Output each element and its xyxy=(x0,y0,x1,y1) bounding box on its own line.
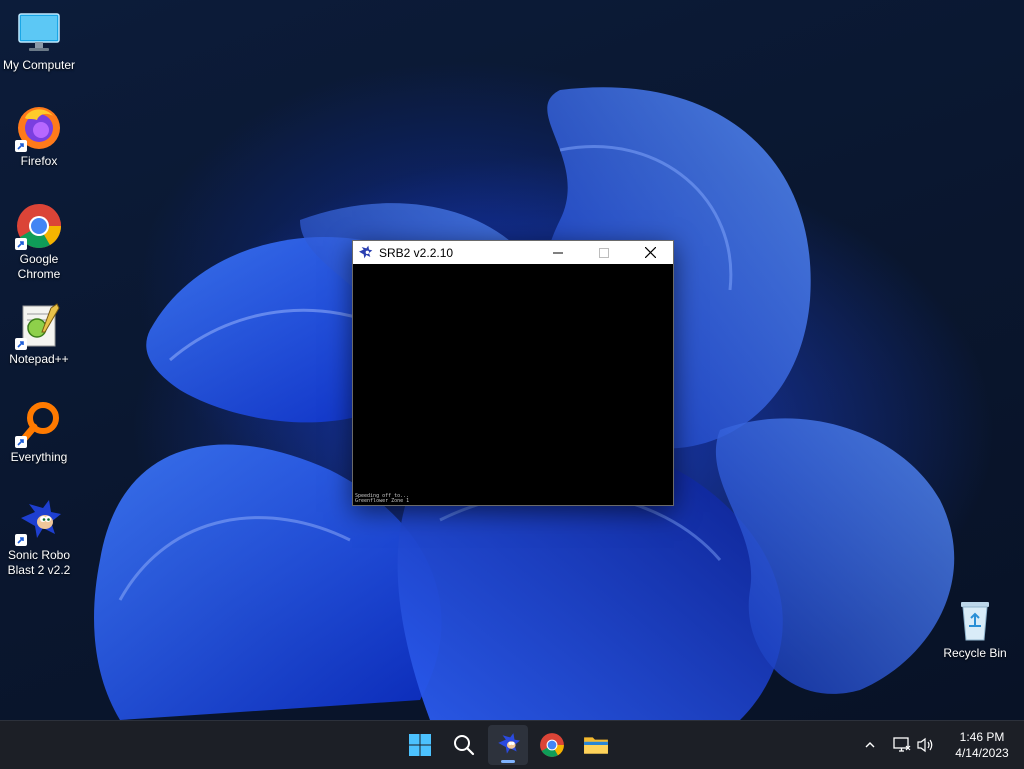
taskbar-file-explorer[interactable] xyxy=(576,725,616,765)
folder-icon xyxy=(584,737,608,754)
sonic-icon xyxy=(357,245,373,261)
shortcut-arrow-icon xyxy=(15,534,27,546)
minimize-icon xyxy=(553,252,563,253)
desktop-icon-recycle-bin[interactable]: Recycle Bin xyxy=(936,596,1014,661)
recycle-bin-icon xyxy=(951,596,999,644)
monitor-icon xyxy=(15,8,63,56)
shortcut-arrow-icon xyxy=(15,140,27,152)
close-icon xyxy=(644,247,656,258)
desktop-icon-label: Google Chrome xyxy=(17,252,61,281)
desktop-icon-label: Notepad++ xyxy=(9,352,69,366)
shortcut-arrow-icon xyxy=(15,338,27,350)
network-button[interactable] xyxy=(890,733,914,757)
chrome-icon xyxy=(540,733,564,757)
desktop-icon-label: Firefox xyxy=(20,154,58,168)
chevron-up-icon xyxy=(865,742,875,748)
close-button[interactable] xyxy=(627,241,673,264)
desktop-icon-sonic-robo-blast-2[interactable]: Sonic Robo Blast 2 v2.2 xyxy=(0,498,78,578)
desktop-icon-label: Everything xyxy=(10,450,68,464)
clock-time: 1:46 PM xyxy=(959,730,1005,744)
show-hidden-icons-button[interactable] xyxy=(858,733,882,757)
speaker-icon xyxy=(917,737,933,753)
clock[interactable]: 1:46 PM 4/14/2023 xyxy=(944,729,1020,761)
game-console-text: Speeding off to... Greenflower Zone 1 xyxy=(355,494,409,504)
taskbar-apps xyxy=(400,725,616,765)
start-button[interactable] xyxy=(400,725,440,765)
notepadpp-icon xyxy=(15,302,63,350)
windows-logo-icon xyxy=(409,734,431,756)
firefox-icon xyxy=(15,104,63,152)
system-tray: 1:46 PM 4/14/2023 xyxy=(858,721,1024,769)
search-button[interactable] xyxy=(444,725,484,765)
maximize-icon xyxy=(599,247,609,258)
network-icon xyxy=(893,737,911,752)
volume-button[interactable] xyxy=(914,733,938,757)
taskbar-chrome[interactable] xyxy=(532,725,572,765)
desktop-icon-label: Sonic Robo Blast 2 v2.2 xyxy=(7,548,71,577)
shortcut-arrow-icon xyxy=(15,238,27,250)
search-icon xyxy=(454,735,475,756)
chrome-icon xyxy=(15,202,63,250)
clock-date: 4/14/2023 xyxy=(955,746,1009,760)
window-titlebar[interactable]: SRB2 v2.2.10 xyxy=(353,241,673,264)
desktop-icon-my-computer[interactable]: My Computer xyxy=(0,8,78,73)
maximize-button[interactable] xyxy=(581,241,627,264)
desktop-icon-firefox[interactable]: Firefox xyxy=(0,104,78,169)
taskbar: 1:46 PM 4/14/2023 xyxy=(0,720,1024,769)
sonic-icon xyxy=(15,498,63,546)
console-line: Greenflower Zone 1 xyxy=(355,498,410,504)
desktop-icon-everything[interactable]: Everything xyxy=(0,400,78,465)
desktop-icon-label: My Computer xyxy=(2,58,76,72)
desktop-icon-label: Recycle Bin xyxy=(943,646,1007,660)
shortcut-arrow-icon xyxy=(15,436,27,448)
desktop-icon-google-chrome[interactable]: Google Chrome xyxy=(0,202,78,282)
everything-search-icon xyxy=(15,400,63,448)
desktop: My Computer Firefox Google Chrome Notepa… xyxy=(0,0,1024,720)
srb2-window[interactable]: SRB2 v2.2.10 Speeding off to... Greenflo… xyxy=(352,240,674,506)
desktop-icon-notepadpp[interactable]: Notepad++ xyxy=(0,302,78,367)
taskbar-srb2[interactable] xyxy=(488,725,528,765)
window-title: SRB2 v2.2.10 xyxy=(379,245,454,260)
sonic-icon xyxy=(498,733,520,754)
minimize-button[interactable] xyxy=(535,241,581,264)
